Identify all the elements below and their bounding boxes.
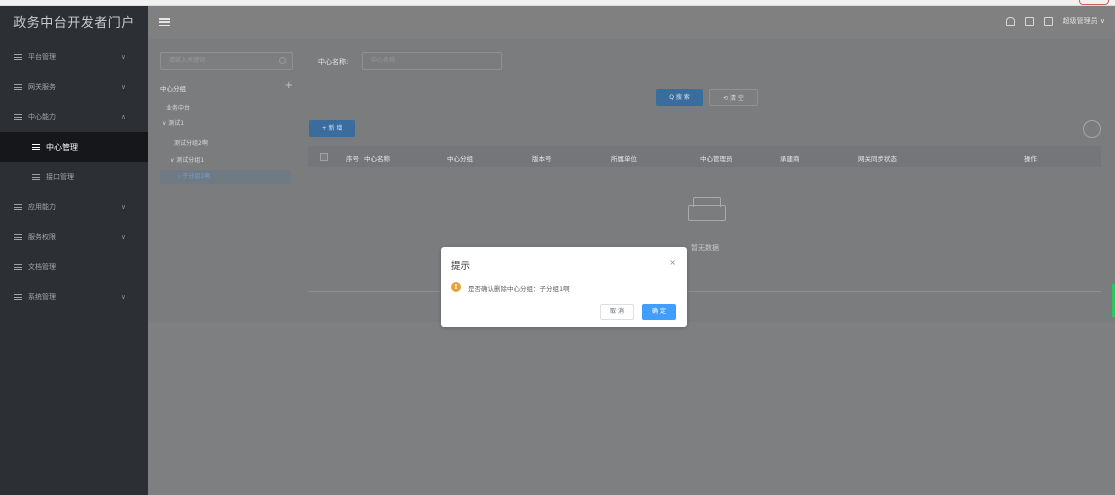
header-actions: 超级管理员 ∨ [1005,16,1105,26]
menu-icon [32,144,40,150]
column-header: 网关同步状态 [858,155,897,163]
tree-node[interactable]: ∨ 测试1 [162,118,184,127]
sidebar-item-label: 中心管理 [46,142,78,152]
close-icon[interactable]: × [669,258,676,267]
sidebar-item-label: 中心能力 [28,113,56,121]
column-header: 承建商 [780,155,800,163]
column-header: 中心管理员 [700,155,733,163]
sidebar-item-label: 网关服务 [28,83,56,91]
sidebar-item-docs[interactable]: 文档管理 [0,252,148,282]
table-divider [308,291,1101,292]
confirm-button[interactable]: 确 定 [642,304,676,320]
add-button[interactable]: + 新 增 [309,120,355,137]
user-name: 超级管理员 [1062,17,1098,25]
menu-icon [14,234,22,240]
sidebar-item-label: 服务权限 [28,233,56,241]
tree-heading-label: 中心分组 [160,85,186,93]
sidebar-item-center-capability[interactable]: 中心能力 ∧ [0,102,148,132]
menu-icon [14,204,22,210]
top-header: 超级管理员 ∨ [148,6,1115,39]
tree-heading: 中心分组 + [160,80,293,93]
menu-icon [14,84,22,90]
column-header: 中心分组 [447,155,473,163]
dialog-message: 是否确认删除中心分组：子分组1啊 [468,285,570,293]
chevron-down-icon: ∨ [120,233,126,241]
table-header: 序号 中心名称 中心分组 版本号 所属单位 中心管理员 承建商 网关同步状态 操… [308,146,1101,167]
sidebar-item-app-capability[interactable]: 应用能力 ∨ [0,192,148,222]
sidebar-item-label: 文档管理 [28,263,56,271]
column-header: 所属单位 [611,155,637,163]
menu-icon [32,174,40,180]
search-button[interactable]: Q 搜 索 [656,89,703,106]
sidebar-item-service-permission[interactable]: 服务权限 ∨ [0,222,148,252]
sidebar-item-gateway[interactable]: 网关服务 ∨ [0,72,148,102]
add-group-icon[interactable]: + [285,80,293,91]
sidebar-item-label: 应用能力 [28,203,56,211]
brand-title: 政务中台开发者门户 [13,16,135,31]
cancel-button[interactable]: 取 消 [600,304,634,320]
chevron-down-icon: ∨ [1099,17,1105,25]
chevron-down-icon: ∨ [120,83,126,91]
sidebar: 政务中台开发者门户 平台管理 ∨ 网关服务 ∨ 中心能力 ∧ 中心管理 接口管理… [0,6,148,495]
search-icon[interactable] [279,57,286,64]
refresh-icon[interactable] [1083,120,1101,138]
user-menu[interactable]: 超级管理员 ∨ [1063,16,1105,26]
dialog-title: 提示 [451,261,471,272]
sidebar-item-api-management[interactable]: 接口管理 [0,162,148,192]
fullscreen-icon[interactable] [1043,16,1053,26]
chevron-up-icon: ∧ [120,113,126,121]
tree-node[interactable]: 业务中台 [166,103,190,112]
tree-search-input[interactable]: 请输入关键词 [160,52,293,70]
sidebar-item-label: 接口管理 [46,173,74,181]
menu-icon [14,264,22,270]
lower-area [148,322,1115,495]
chevron-down-icon: ∨ [120,293,126,301]
empty-text: 暂无数据 [691,244,719,252]
column-header: 序号 [346,155,359,163]
query-label: 中心名称: [318,58,349,66]
chevron-down-icon: ∨ [120,203,126,211]
select-all-checkbox[interactable] [320,152,328,161]
empty-box-icon [688,195,726,223]
clear-button[interactable]: ⟲ 清 空 [709,89,758,106]
sidebar-item-label: 系统管理 [28,293,56,301]
sidebar-item-system[interactable]: 系统管理 ∨ [0,282,148,312]
column-header: 中心名称 [364,155,390,163]
column-header: 版本号 [532,155,552,163]
menu-icon [14,294,22,300]
tree-node[interactable]: 测试分组2啊 [174,138,208,147]
top-right-pill[interactable] [1079,0,1109,5]
sidebar-item-platform[interactable]: 平台管理 ∨ [0,42,148,72]
center-name-input[interactable]: 中心名称 [362,52,502,70]
sidebar-item-center-management[interactable]: 中心管理 [0,132,148,162]
menu-icon [14,114,22,120]
menu-icon [14,54,22,60]
chevron-down-icon: ∨ [120,53,126,61]
confirm-dialog: 提示 × ! 是否确认删除中心分组：子分组1啊 取 消 确 定 [441,247,687,327]
document-icon[interactable] [1024,16,1034,26]
bell-icon[interactable] [1005,16,1015,26]
column-header: 操作 [1024,155,1037,163]
tree-node[interactable]: ∨ 测试分组1 [170,155,204,164]
hamburger-icon[interactable] [159,18,170,26]
tree-node-selected[interactable]: › 子分组1啊 [160,170,291,184]
warning-icon: ! [451,282,461,292]
sidebar-item-label: 平台管理 [28,53,56,61]
